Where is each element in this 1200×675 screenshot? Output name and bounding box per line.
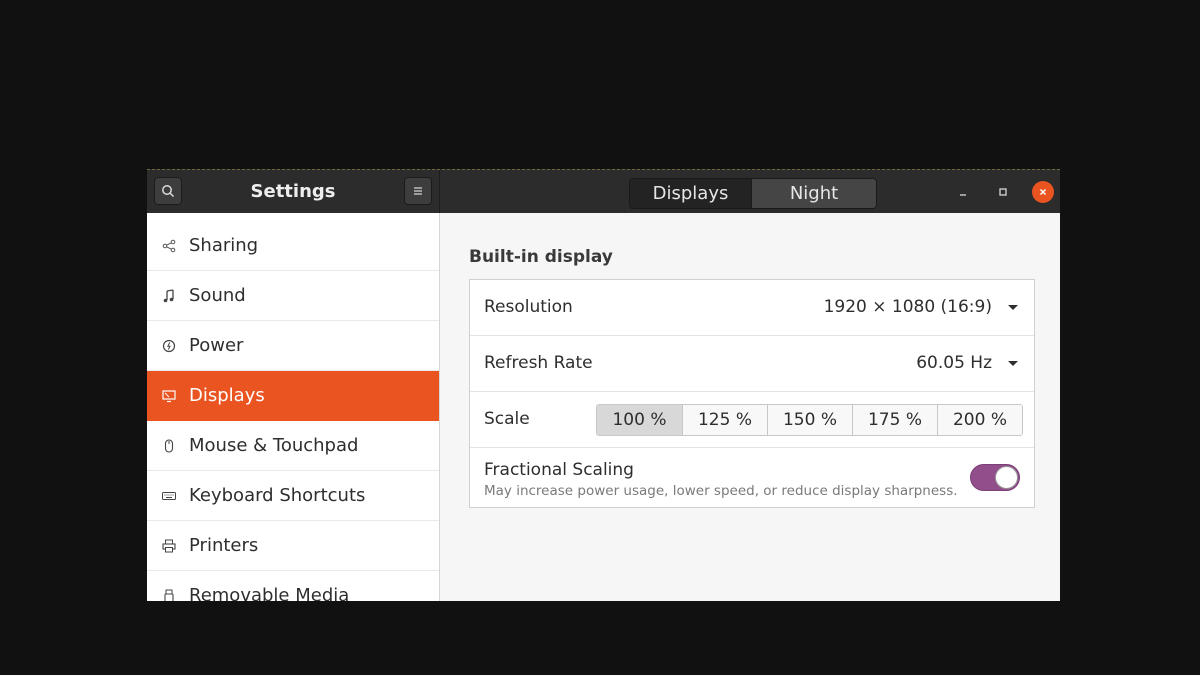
section-title: Built-in display (469, 247, 613, 267)
power-icon (162, 339, 176, 353)
tab-displays[interactable]: Displays (630, 179, 751, 208)
titlebar: Settings Displays Night Light (147, 169, 1060, 213)
window-title: Settings (250, 181, 336, 202)
fractional-scaling-description: May increase power usage, lower speed, o… (484, 483, 958, 499)
sidebar: Sharing Sound Power Displays Mouse & Tou… (147, 213, 440, 601)
display-settings-panel: Built-in display Resolution 1920 × 1080 … (440, 213, 1060, 601)
close-icon (1039, 188, 1047, 196)
menu-button[interactable] (404, 177, 432, 205)
sidebar-item-removable-media[interactable]: Removable Media (147, 571, 439, 601)
sidebar-item-displays[interactable]: Displays (147, 371, 439, 421)
dropdown-arrow-icon (1008, 361, 1018, 366)
keyboard-icon (162, 489, 176, 503)
settings-window: Settings Displays Night Light (147, 169, 1060, 601)
resolution-row[interactable]: Resolution 1920 × 1080 (16:9) (470, 280, 1034, 336)
view-switcher: Displays Night Light (629, 178, 877, 209)
scale-option-150[interactable]: 150 % (767, 405, 852, 435)
scale-row: Scale 100 % 125 % 150 % 175 % 200 % (470, 392, 1034, 448)
sidebar-item-label: Removable Media (189, 585, 350, 601)
sidebar-item-label: Sound (189, 285, 246, 306)
toggle-knob (995, 466, 1018, 489)
sidebar-item-keyboard-shortcuts[interactable]: Keyboard Shortcuts (147, 471, 439, 521)
display-icon (162, 389, 176, 403)
music-note-icon (162, 288, 176, 303)
maximize-button[interactable] (992, 181, 1014, 203)
scale-label: Scale (484, 409, 530, 429)
fractional-scaling-label: Fractional Scaling (484, 460, 634, 480)
sidebar-item-label: Printers (189, 535, 259, 556)
search-icon (162, 185, 175, 198)
refresh-rate-row[interactable]: Refresh Rate 60.05 Hz (470, 336, 1034, 392)
fractional-scaling-row: Fractional Scaling May increase power us… (470, 448, 1034, 507)
sidebar-item-sharing[interactable]: Sharing (147, 213, 439, 271)
printer-icon (162, 539, 176, 553)
sidebar-item-mouse-touchpad[interactable]: Mouse & Touchpad (147, 421, 439, 471)
sidebar-item-label: Sharing (189, 235, 259, 256)
sidebar-item-sound[interactable]: Sound (147, 271, 439, 321)
refresh-rate-label: Refresh Rate (484, 353, 593, 373)
search-button[interactable] (154, 177, 182, 205)
resolution-value: 1920 × 1080 (16:9) (823, 297, 992, 317)
titlebar-sidebar-section: Settings (147, 170, 440, 213)
removable-media-icon (162, 589, 176, 601)
sidebar-item-label: Mouse & Touchpad (189, 435, 359, 456)
scale-options: 100 % 125 % 150 % 175 % 200 % (596, 404, 1023, 436)
scale-option-175[interactable]: 175 % (852, 405, 937, 435)
maximize-icon (999, 188, 1007, 196)
sidebar-item-label: Power (189, 335, 244, 356)
scale-option-125[interactable]: 125 % (682, 405, 767, 435)
refresh-rate-value: 60.05 Hz (916, 353, 992, 373)
hamburger-menu-icon (414, 187, 422, 195)
scale-option-100[interactable]: 100 % (597, 405, 682, 435)
share-icon (162, 239, 176, 253)
minimize-button[interactable] (952, 181, 974, 203)
mouse-icon (162, 438, 176, 453)
dropdown-arrow-icon (1008, 305, 1018, 310)
fractional-scaling-toggle[interactable] (970, 464, 1020, 491)
close-button[interactable] (1032, 181, 1054, 203)
sidebar-item-label: Displays (189, 385, 265, 406)
minimize-icon (960, 194, 966, 196)
sidebar-item-printers[interactable]: Printers (147, 521, 439, 571)
sidebar-item-power[interactable]: Power (147, 321, 439, 371)
resolution-label: Resolution (484, 297, 573, 317)
scale-option-200[interactable]: 200 % (937, 405, 1022, 435)
sidebar-item-label: Keyboard Shortcuts (189, 485, 366, 506)
tab-night-light[interactable]: Night Light (751, 179, 876, 208)
display-settings-list: Resolution 1920 × 1080 (16:9) Refresh Ra… (469, 279, 1035, 508)
